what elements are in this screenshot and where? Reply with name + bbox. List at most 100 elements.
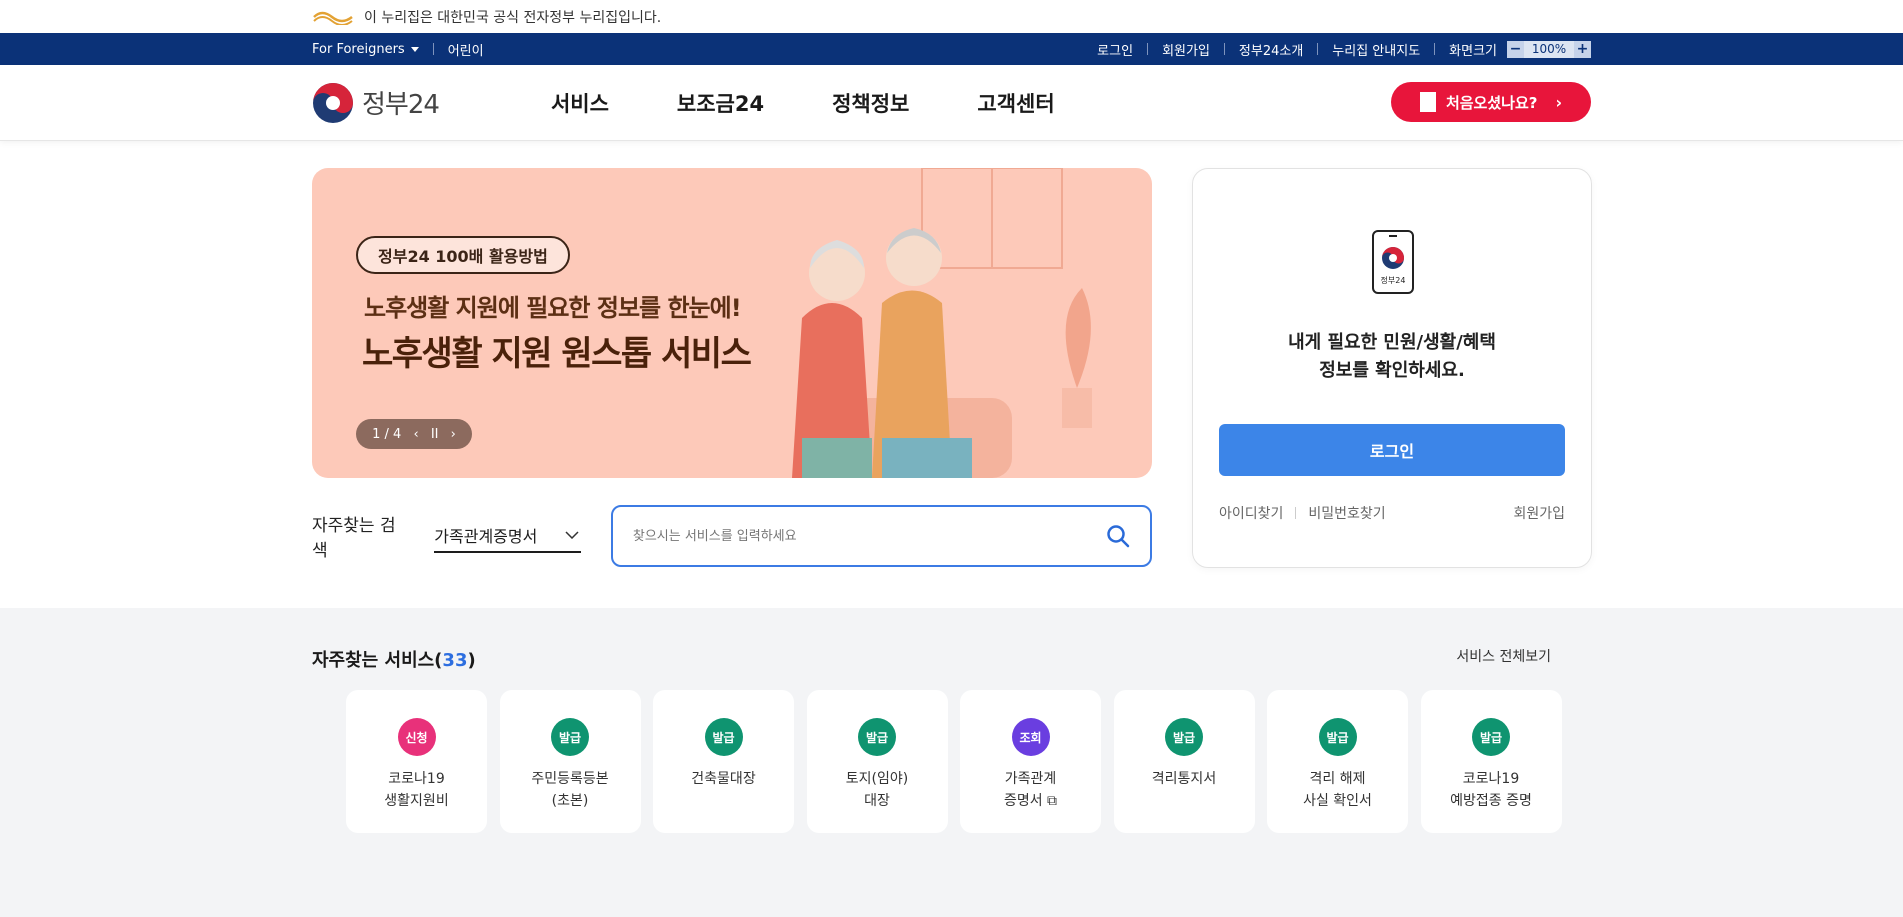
service-badge: 발급 [1472, 718, 1510, 756]
signup-link[interactable]: 회원가입 [1162, 40, 1210, 59]
service-badge: 발급 [551, 718, 589, 756]
service-name-line1: 토지(임야) [845, 771, 909, 787]
service-name: 격리통지서 [1114, 768, 1255, 790]
find-password-link[interactable]: 비밀번호찾기 [1308, 503, 1385, 523]
kids-link[interactable]: 어린이 [448, 40, 484, 59]
search-icon[interactable] [1106, 524, 1130, 548]
services-title-text: 자주찾는 서비스( [312, 650, 443, 671]
service-name: 코로나19 생활지원비 [346, 768, 487, 812]
logo-text: 정부24 [362, 90, 440, 120]
login-links: 아이디찾기 비밀번호찾기 회원가입 [1219, 503, 1565, 523]
foreigners-label: For Foreigners [312, 41, 405, 57]
login-message-line1: 내게 필요한 민원/생활/혜택 [1288, 332, 1496, 353]
search-input[interactable] [632, 528, 1073, 544]
service-name-line2: (초본) [551, 793, 589, 809]
login-button[interactable]: 로그인 [1219, 424, 1565, 476]
services-title: 자주찾는 서비스(33) [312, 646, 476, 672]
service-badge: 발급 [704, 718, 743, 756]
banner-controls: 1 / 4 ‹ II › [356, 419, 472, 449]
banner-prev-button[interactable]: ‹ [413, 427, 418, 442]
nav-item-customer-center[interactable]: 고객센터 [977, 88, 1054, 118]
service-name: 격리 해제사실 확인서 [1267, 768, 1408, 812]
service-badge: 발급 [1165, 718, 1203, 756]
service-name-line2: 예방접종 증명 [1450, 793, 1532, 809]
service-name-line2: 사실 확인서 [1303, 793, 1372, 809]
search-box [610, 505, 1152, 567]
banner-next-button[interactable]: › [451, 427, 456, 442]
service-name-line1: 격리통지서 [1151, 771, 1217, 787]
nav-item-subsidy24[interactable]: 보조금24 [677, 88, 764, 118]
login-message-line2: 정보를 확인하세요. [1319, 360, 1465, 381]
gov-notice-bar: 이 누리집은 대한민국 공식 전자정부 누리집입니다. [0, 0, 1903, 33]
banner-pager: 1 / 4 [372, 426, 402, 442]
service-name-line1: 가족관계 [1004, 771, 1057, 787]
banner-tag: 정부24 100배 활용방법 [356, 236, 570, 274]
divider [1434, 43, 1436, 55]
foreigners-dropdown[interactable]: For Foreigners [312, 42, 419, 57]
services-count: 33 [442, 650, 468, 671]
divider [1147, 43, 1149, 55]
service-card[interactable]: 신청코로나19 생활지원비 [346, 690, 487, 833]
service-card[interactable]: 조회가족관계증명서 ⧉ [960, 690, 1101, 833]
caret-down-icon [410, 46, 419, 52]
zoom-out-button[interactable]: − [1507, 40, 1524, 58]
service-name-line2: 증명서 ⧉ [1003, 793, 1058, 809]
frequent-search-select[interactable]: 가족관계증명서 [434, 519, 581, 553]
service-badge: 발급 [858, 718, 896, 756]
login-link[interactable]: 로그인 [1097, 40, 1133, 59]
service-name: 코로나19 예방접종 증명 [1421, 768, 1562, 812]
gov-notice-text: 이 누리집은 대한민국 공식 전자정부 누리집입니다. [364, 9, 662, 26]
service-name-line1: 건축물대장 [691, 771, 756, 787]
service-name-line1: 주민등록등본 [531, 771, 609, 787]
divider [432, 43, 434, 55]
find-id-link[interactable]: 아이디찾기 [1219, 503, 1283, 523]
service-card[interactable]: 발급주민등록등본 (초본) [499, 690, 641, 833]
government-mark-icon [313, 11, 353, 25]
service-name-line1: 격리 해제 [1309, 771, 1366, 787]
site-header: 정부24 서비스 보조금24 정책정보 고객센터 처음오셨나요? › [0, 65, 1903, 141]
taegeuk-logo-icon [313, 82, 353, 123]
first-visit-button[interactable]: 처음오셨나요? › [1391, 82, 1591, 122]
banner-title: 노후생활 지원 원스톱 서비스 [362, 334, 752, 374]
first-visit-label: 처음오셨나요? [1445, 93, 1538, 112]
frequent-services-section: 자주찾는 서비스(33) 서비스 전체보기 신청코로나19 생활지원비 발급주민등록… [0, 608, 1903, 917]
chevron-right-icon: › [1555, 92, 1563, 112]
site-logo[interactable]: 정부24 [312, 82, 440, 124]
service-card[interactable]: 발급격리 해제사실 확인서 [1267, 690, 1408, 833]
chevron-down-icon [565, 531, 579, 539]
utility-nav: For Foreigners 어린이 로그인 회원가입 정부24소개 누리집 안… [0, 33, 1903, 65]
service-badge: 조회 [1011, 718, 1050, 756]
service-name-line2: 생활지원비 [384, 793, 449, 809]
service-card[interactable]: 발급토지(임야) 대장 [806, 690, 948, 833]
banner-pause-button[interactable]: II [431, 427, 439, 442]
service-name-line1: 코로나19 [1462, 771, 1520, 787]
banner-subtitle: 노후생활 지원에 필요한 정보를 한눈에! [364, 294, 742, 322]
nav-item-policy-info[interactable]: 정책정보 [832, 88, 909, 118]
service-card[interactable]: 발급건축물대장 [653, 690, 794, 833]
elderly-couple-illustration [792, 168, 1092, 478]
service-name-line2: 대장 [864, 793, 890, 809]
view-all-services-link[interactable]: 서비스 전체보기 [1456, 646, 1551, 666]
nav-item-services[interactable]: 서비스 [551, 88, 609, 118]
services-title-end: ) [467, 650, 476, 671]
frequent-search-label: 자주찾는 검색 [312, 516, 396, 561]
signup-link[interactable]: 회원가입 [1513, 503, 1565, 523]
zoom-control: − 100% + [1507, 40, 1591, 58]
bookmark-icon [1419, 92, 1436, 112]
mobile-phone-icon: 정부24 [1372, 230, 1414, 294]
service-card[interactable]: 발급격리통지서 [1113, 690, 1255, 833]
main-banner[interactable]: 정부24 100배 활용방법 노후생활 지원에 필요한 정보를 한눈에! 노후생… [312, 168, 1152, 478]
main-nav: 서비스 보조금24 정책정보 고객센터 [551, 88, 1123, 118]
service-name-line1: 코로나19 [388, 771, 445, 787]
service-badge: 발급 [1318, 718, 1357, 756]
zoom-value: 100% [1524, 40, 1574, 58]
service-badge: 신청 [397, 718, 436, 756]
service-name: 토지(임야) 대장 [807, 768, 948, 812]
service-card[interactable]: 발급코로나19 예방접종 증명 [1420, 690, 1562, 833]
screen-size-label: 화면크기 [1449, 43, 1497, 59]
search-row: 자주찾는 검색 가족관계증명서 [312, 505, 1152, 567]
service-name: 건축물대장 [653, 768, 794, 790]
intro-link[interactable]: 정부24소개 [1239, 40, 1303, 59]
sitemap-link[interactable]: 누리집 안내지도 [1332, 40, 1420, 59]
zoom-in-button[interactable]: + [1574, 40, 1591, 58]
